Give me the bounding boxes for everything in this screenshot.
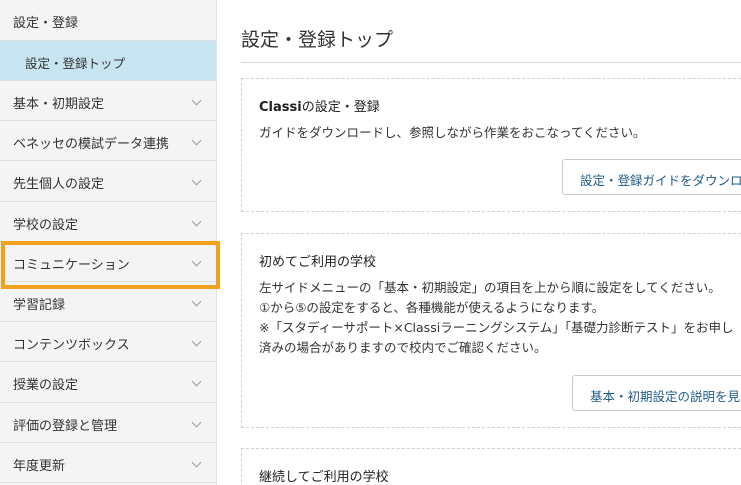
basic-settings-guide-button[interactable]: 基本・初期設定の説明を見 — [572, 375, 741, 411]
download-guide-button[interactable]: 設定・登録ガイドをダウンロ — [562, 159, 741, 195]
card-description: ガイドをダウンロードし、参照しながら作業をおこなってください。 — [259, 125, 646, 140]
sidebar-header[interactable]: 設定・登録 — [0, 0, 216, 41]
sidebar-item-school-settings[interactable]: 学校の設定 — [0, 202, 216, 242]
sidebar-item-label: 学校の設定 — [13, 217, 79, 233]
app-root: 設定・登録 設定・登録トップ 基本・初期設定 ベネッセの模試データ連携 先生個人… — [0, 0, 741, 485]
card-classi-settings: Classiの設定・登録 ガイドをダウンロードし、参照しながら作業をおこなってく… — [241, 78, 741, 212]
sidebar-item-teacher-settings[interactable]: 先生個人の設定 — [0, 161, 216, 202]
sidebar-item-basic-settings[interactable]: 基本・初期設定 — [0, 81, 216, 122]
sidebar-item-evaluation[interactable]: 評価の登録と管理 — [0, 403, 216, 443]
card-title-brand: Classi — [259, 100, 302, 115]
sidebar-item-label: コミュニケーション — [13, 257, 130, 273]
chevron-down-icon — [191, 417, 202, 427]
sidebar-item-label: 年度更新 — [13, 458, 66, 474]
sidebar-item-label: コンテンツボックス — [13, 338, 130, 354]
chevron-down-icon — [191, 457, 202, 468]
sidebar-item-benesse-mock-exam[interactable]: ベネッセの模試データ連携 — [0, 121, 216, 162]
sidebar-item-label: 先生個人の設定 — [13, 177, 105, 193]
card-description-line: ①から⑤の設定をすると、各種機能が使えるようになります。 — [259, 300, 605, 315]
sidebar-item-label: 評価の登録と管理 — [13, 418, 118, 434]
chevron-down-icon — [191, 135, 202, 146]
chevron-down-icon — [191, 216, 202, 227]
card-title: 継続してご利用の学校 — [259, 470, 389, 485]
card-first-time-schools: 初めてご利用の学校 左サイドメニューの「基本・初期設定」の項目を上から順に設定を… — [241, 233, 741, 428]
card-title: Classiの設定・登録 — [259, 96, 380, 115]
card-description-line: 済みの場合がありますので校内でご確認ください。 — [259, 340, 547, 355]
chevron-down-icon — [191, 95, 202, 106]
chevron-down-icon — [191, 256, 202, 267]
main-content: 設定・登録トップ Classiの設定・登録 ガイドをダウンロードし、参照しながら… — [217, 0, 741, 485]
card-title-rest: の設定・登録 — [301, 100, 380, 115]
sidebar-item-label: 学習記録 — [13, 297, 66, 313]
chevron-down-icon — [191, 175, 202, 186]
chevron-down-icon — [191, 296, 202, 307]
chevron-down-icon — [191, 336, 202, 347]
sidebar-item-learning-records[interactable]: 学習記録 — [0, 282, 216, 323]
sidebar-item-class-settings[interactable]: 授業の設定 — [0, 362, 216, 403]
sidebar: 設定・登録 設定・登録トップ 基本・初期設定 ベネッセの模試データ連携 先生個人… — [0, 0, 217, 485]
card-continuing-schools: 継続してご利用の学校 — [241, 448, 741, 485]
sidebar-item-label: ベネッセの模試データ連携 — [13, 137, 170, 153]
sidebar-item-communication[interactable]: コミュニケーション — [0, 242, 216, 282]
sidebar-item-content-box[interactable]: コンテンツボックス — [0, 322, 216, 363]
card-description-line: 左サイドメニューの「基本・初期設定」の項目を上から順に設定をしてください。 — [259, 280, 721, 295]
page-title: 設定・登録トップ — [241, 29, 394, 51]
sidebar-item-year-update[interactable]: 年度更新 — [0, 443, 216, 483]
title-divider — [241, 62, 741, 63]
card-description-line: ※「スタディーサポート×Classiラーニングシステム」「基礎力診断テスト」をお… — [259, 320, 734, 335]
card-title: 初めてご利用の学校 — [259, 255, 377, 270]
sidebar-item-settings-top[interactable]: 設定・登録トップ — [0, 41, 216, 81]
chevron-down-icon — [191, 376, 202, 387]
sidebar-item-label: 授業の設定 — [13, 378, 79, 394]
sidebar-item-label: 基本・初期設定 — [13, 97, 105, 112]
